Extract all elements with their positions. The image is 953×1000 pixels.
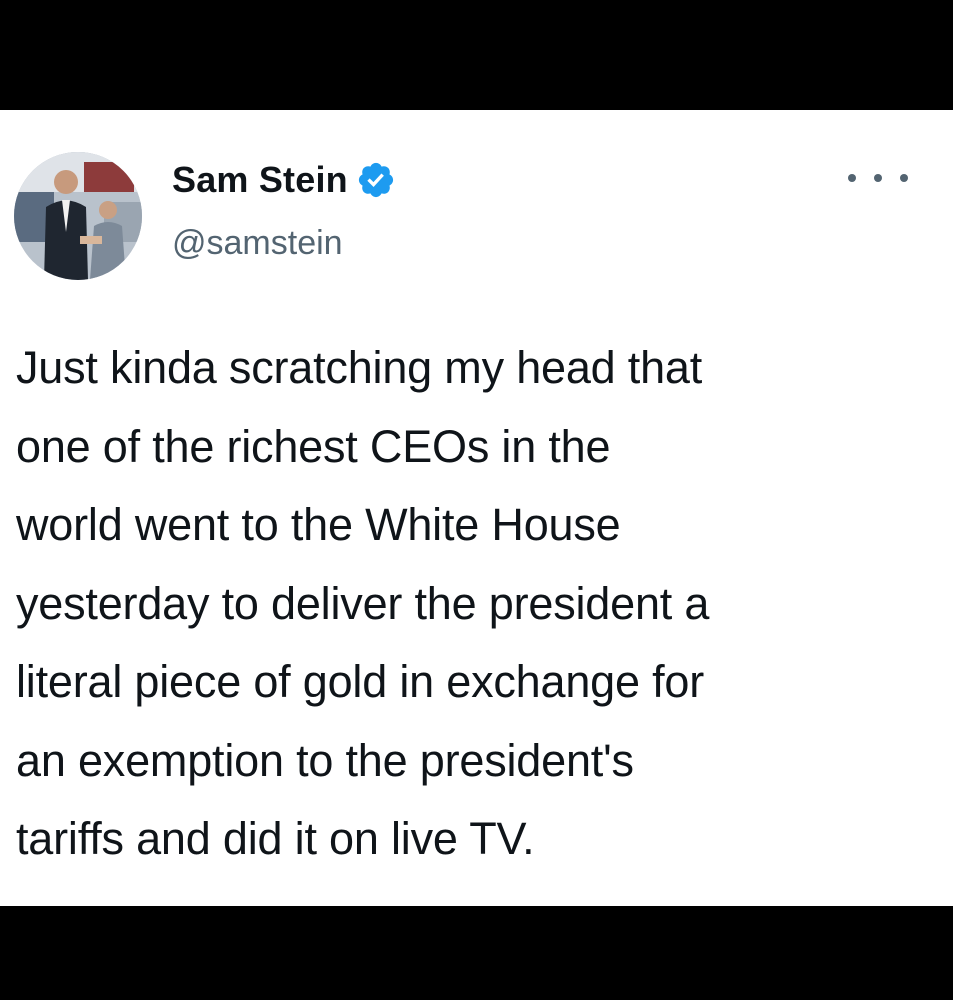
author-name-row[interactable]: Sam Stein: [172, 158, 396, 202]
avatar[interactable]: [14, 152, 142, 280]
more-dot: [900, 174, 908, 182]
tweet-card[interactable]: Sam Stein @samstein Just kinda scratchin…: [0, 110, 953, 906]
top-letterbox: [0, 0, 953, 110]
bottom-letterbox: [0, 906, 953, 1000]
avatar-photo: [14, 152, 142, 280]
display-name[interactable]: Sam Stein: [172, 159, 348, 201]
more-dot: [874, 174, 882, 182]
user-handle[interactable]: @samstein: [172, 224, 343, 263]
more-options-icon[interactable]: [848, 166, 908, 190]
tweet-text: Just kinda scratching my head that one o…: [16, 342, 710, 864]
more-dot: [848, 174, 856, 182]
verified-badge-icon: [358, 162, 393, 198]
